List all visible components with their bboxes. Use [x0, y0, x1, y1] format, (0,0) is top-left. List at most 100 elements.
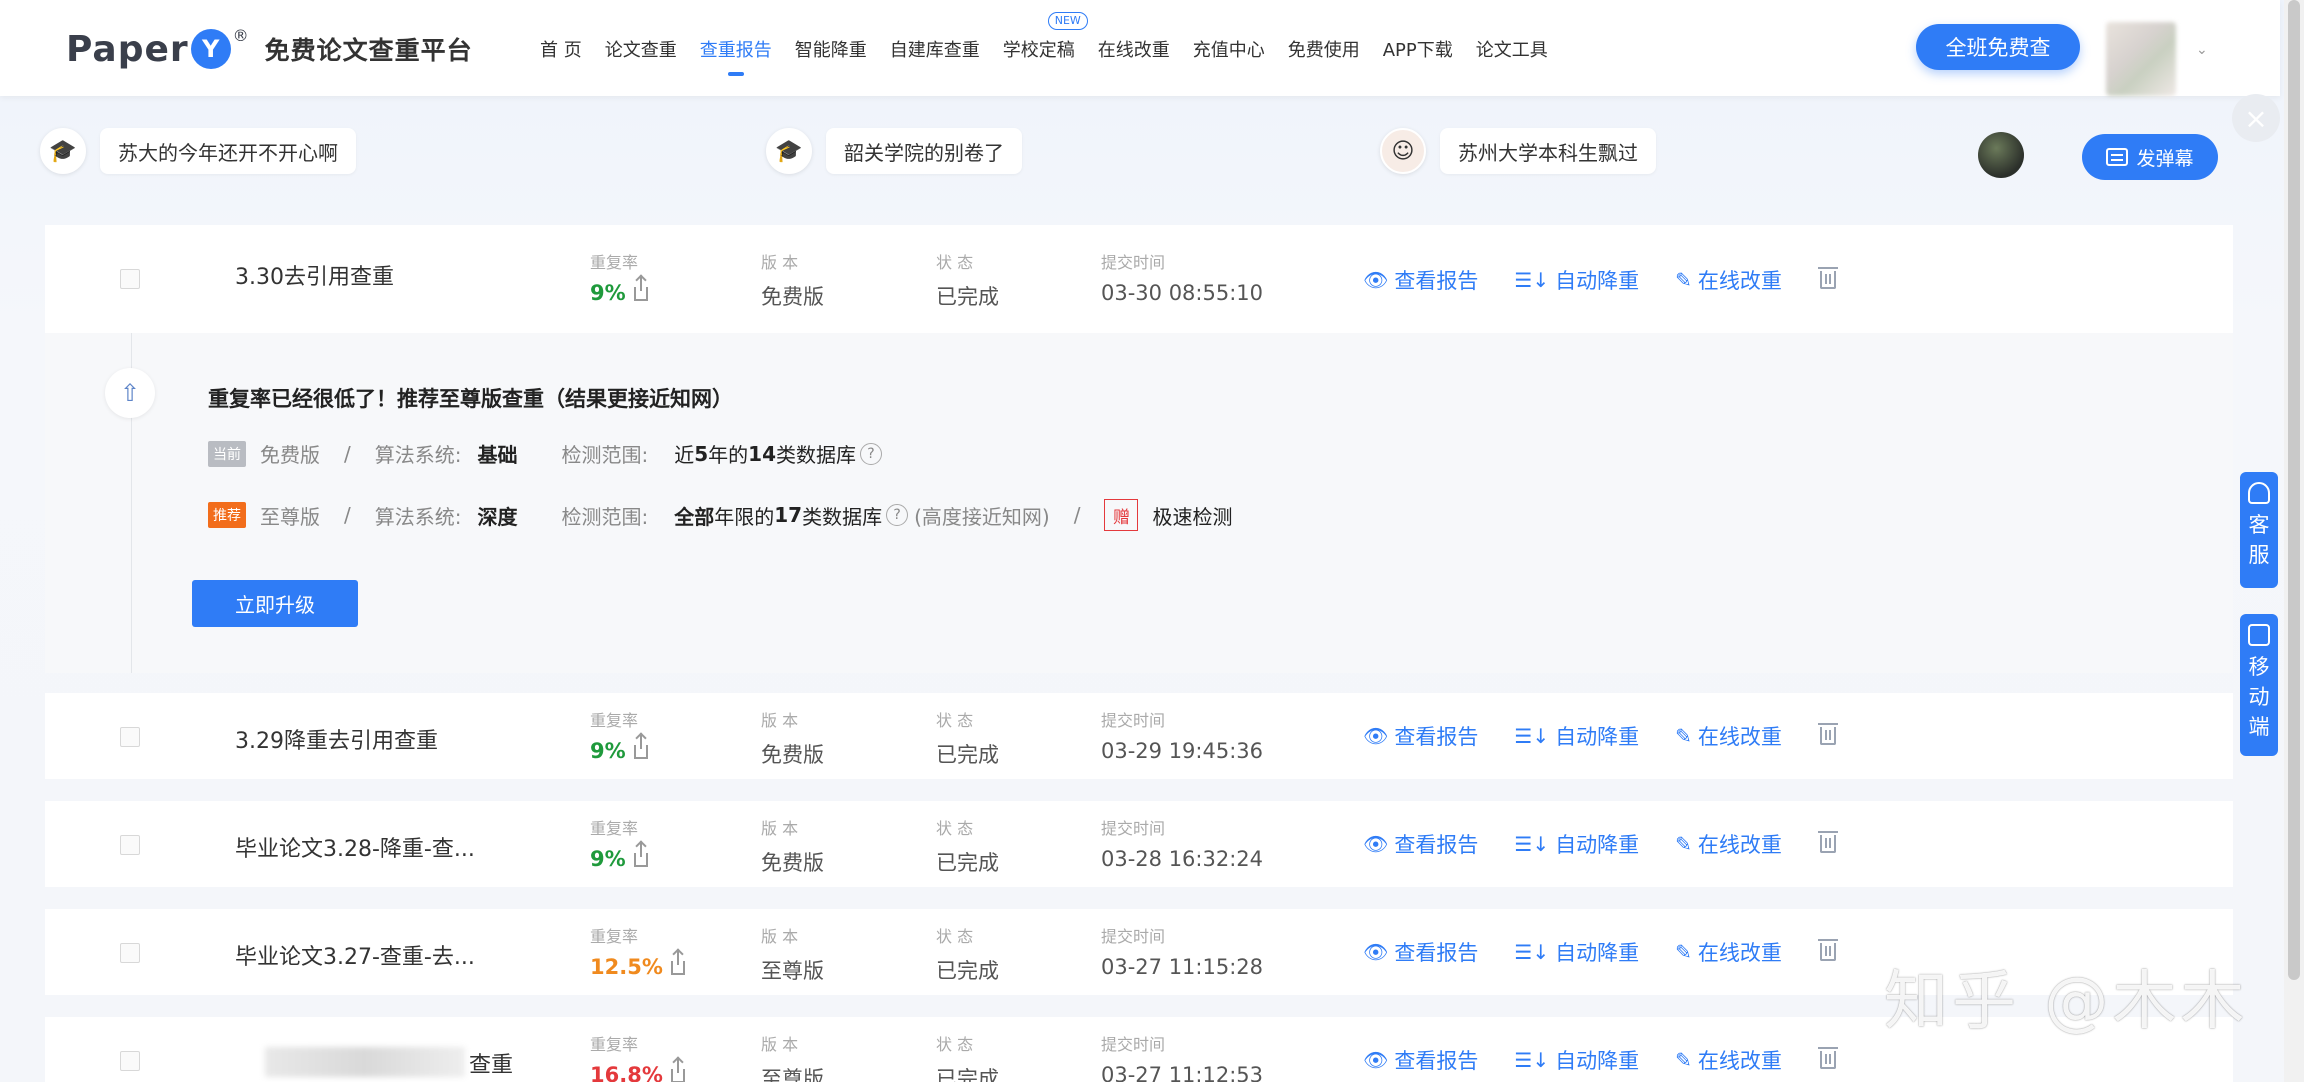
view-report-button[interactable]: 👁 查看报告 — [1363, 265, 1478, 295]
side-label: 端 — [2248, 715, 2270, 739]
upgrade-headline: 重复率已经很低了！推荐至尊版查重（结果更接近知网） — [208, 387, 733, 411]
class-free-check-button[interactable]: 全班免费查 — [1916, 24, 2080, 70]
status-value: 已完成 — [936, 1067, 999, 1082]
send-danmaku-button[interactable]: 发弹幕 — [2082, 134, 2218, 180]
nav-recharge[interactable]: 充值中心 — [1193, 36, 1265, 62]
chevron-down-icon[interactable]: ⌄ — [2196, 42, 2208, 58]
rate-col: 重复率 9% — [590, 815, 648, 871]
help-icon[interactable]: ? — [886, 504, 909, 526]
share-icon[interactable] — [670, 951, 685, 975]
auto-reduce-button[interactable]: ☰↓ 自动降重 — [1514, 265, 1639, 295]
rate-value: 12.5% — [590, 955, 663, 979]
eye-icon: 👁 — [1363, 268, 1389, 292]
user-avatar[interactable] — [2106, 22, 2176, 96]
graduate-avatar-icon: 🎓 — [40, 128, 86, 174]
trash-icon[interactable] — [1817, 831, 1838, 853]
trash-icon[interactable] — [1817, 723, 1838, 745]
view-report-button[interactable]: 👁 查看报告 — [1363, 937, 1478, 967]
row-checkbox[interactable] — [120, 835, 140, 855]
time-label: 提交时间 — [1101, 711, 1166, 730]
time-value: 03-30 08:55:10 — [1101, 281, 1264, 305]
nav-paper-check[interactable]: 论文查重 — [605, 36, 677, 62]
nav-school-final-label: 学校定稿 — [1002, 40, 1075, 61]
customer-service-button[interactable]: 客 服 — [2240, 472, 2278, 588]
row-checkbox[interactable] — [120, 943, 140, 963]
share-icon[interactable] — [633, 735, 648, 759]
auto-reduce-label: 自动降重 — [1555, 941, 1640, 965]
rate-value: 9% — [590, 847, 626, 871]
nav-school-final[interactable]: NEW 学校定稿 — [1002, 12, 1088, 62]
share-icon[interactable] — [633, 843, 648, 867]
online-edit-button[interactable]: ✎ 在线改重 — [1675, 937, 1782, 967]
scrollbar-thumb[interactable] — [2288, 0, 2300, 980]
rate-value: 9% — [590, 739, 626, 763]
algo-label: 算法系统: — [374, 443, 462, 467]
danmaku-item: ☺ 苏州大学本科生飘过 — [1380, 128, 1656, 174]
row-actions: 👁 查看报告 ☰↓ 自动降重 ✎ 在线改重 — [1363, 1045, 1838, 1075]
trash-icon[interactable] — [1817, 939, 1838, 961]
time-value: 03-29 19:45:36 — [1101, 739, 1264, 763]
view-report-button[interactable]: 👁 查看报告 — [1363, 829, 1478, 859]
message-icon — [2106, 148, 2129, 166]
auto-reduce-button[interactable]: ☰↓ 自动降重 — [1514, 1045, 1639, 1075]
share-icon[interactable] — [670, 1059, 685, 1082]
pencil-icon: ✎ — [1675, 268, 1692, 292]
view-report-button[interactable]: 👁 查看报告 — [1363, 721, 1478, 751]
auto-reduce-button[interactable]: ☰↓ 自动降重 — [1514, 937, 1639, 967]
version-col: 版 本 至尊版 — [761, 1031, 824, 1082]
share-icon[interactable] — [633, 277, 648, 301]
auto-reduce-button[interactable]: ☰↓ 自动降重 — [1514, 721, 1639, 751]
auto-reduce-label: 自动降重 — [1555, 1049, 1640, 1073]
trash-icon[interactable] — [1817, 267, 1838, 289]
nav-free-use[interactable]: 免费使用 — [1288, 36, 1360, 62]
nav-check-report[interactable]: 查重报告 — [700, 36, 772, 76]
mobile-app-button[interactable]: 移 动 端 — [2240, 614, 2278, 756]
online-edit-label: 在线改重 — [1697, 1049, 1782, 1073]
version-value: 免费版 — [761, 285, 824, 309]
row-checkbox[interactable] — [120, 1051, 140, 1071]
rate-col: 重复率 9% — [590, 249, 648, 305]
scope-mid: 年的 — [708, 443, 749, 467]
help-icon[interactable]: ? — [860, 442, 883, 465]
eye-icon: 👁 — [1363, 1048, 1389, 1072]
online-edit-button[interactable]: ✎ 在线改重 — [1675, 829, 1782, 859]
nav-paper-tools[interactable]: 论文工具 — [1476, 36, 1548, 62]
time-col: 提交时间 03-28 16:32:24 — [1101, 815, 1263, 871]
pencil-icon: ✎ — [1675, 724, 1692, 748]
current-tag: 当前 — [208, 440, 246, 467]
danmaku-item: 🎓 苏大的今年还开不开心啊 — [40, 128, 356, 174]
auto-reduce-label: 自动降重 — [1555, 725, 1640, 749]
auto-reduce-button[interactable]: ☰↓ 自动降重 — [1514, 829, 1639, 859]
current-version: 免费版 — [260, 443, 320, 467]
nav-home[interactable]: 首 页 — [540, 36, 582, 62]
online-edit-button[interactable]: ✎ 在线改重 — [1675, 265, 1782, 295]
nav-online-edit[interactable]: 在线改重 — [1098, 36, 1170, 62]
status-col: 状 态 已完成 — [936, 1031, 999, 1082]
row-checkbox[interactable] — [120, 727, 140, 747]
nav-app-download[interactable]: APP下载 — [1383, 36, 1453, 62]
row-actions: 👁 查看报告 ☰↓ 自动降重 ✎ 在线改重 — [1363, 937, 1838, 967]
scope-label: 检测范围: — [561, 504, 649, 529]
scope-count: 14 — [748, 441, 777, 466]
upgrade-now-button[interactable]: 立即升级 — [192, 580, 358, 627]
nav-smart-reduce[interactable]: 智能降重 — [795, 36, 867, 62]
version-label: 版 本 — [761, 819, 799, 838]
online-edit-button[interactable]: ✎ 在线改重 — [1675, 1045, 1782, 1075]
sort-down-icon: ☰↓ — [1514, 724, 1550, 748]
scope-suffix: 类数据库 — [802, 504, 883, 529]
close-icon[interactable]: × — [2232, 94, 2280, 142]
view-report-button[interactable]: 👁 查看报告 — [1363, 1045, 1478, 1075]
online-edit-label: 在线改重 — [1697, 833, 1782, 857]
row-checkbox[interactable] — [120, 269, 140, 289]
row-actions: 👁 查看报告 ☰↓ 自动降重 ✎ 在线改重 — [1363, 721, 1838, 751]
new-badge: NEW — [1047, 12, 1088, 30]
recommend-version: 至尊版 — [260, 504, 320, 529]
side-label: 移 — [2248, 655, 2270, 679]
page-scrollbar[interactable] — [2284, 0, 2304, 1082]
separator: / — [344, 441, 351, 466]
nav-custom-library[interactable]: 自建库查重 — [890, 36, 980, 62]
side-label: 服 — [2248, 543, 2270, 567]
trash-icon[interactable] — [1817, 1047, 1838, 1069]
online-edit-button[interactable]: ✎ 在线改重 — [1675, 721, 1782, 751]
logo[interactable]: Paper Y ® 免费论文查重平台 — [66, 24, 473, 74]
